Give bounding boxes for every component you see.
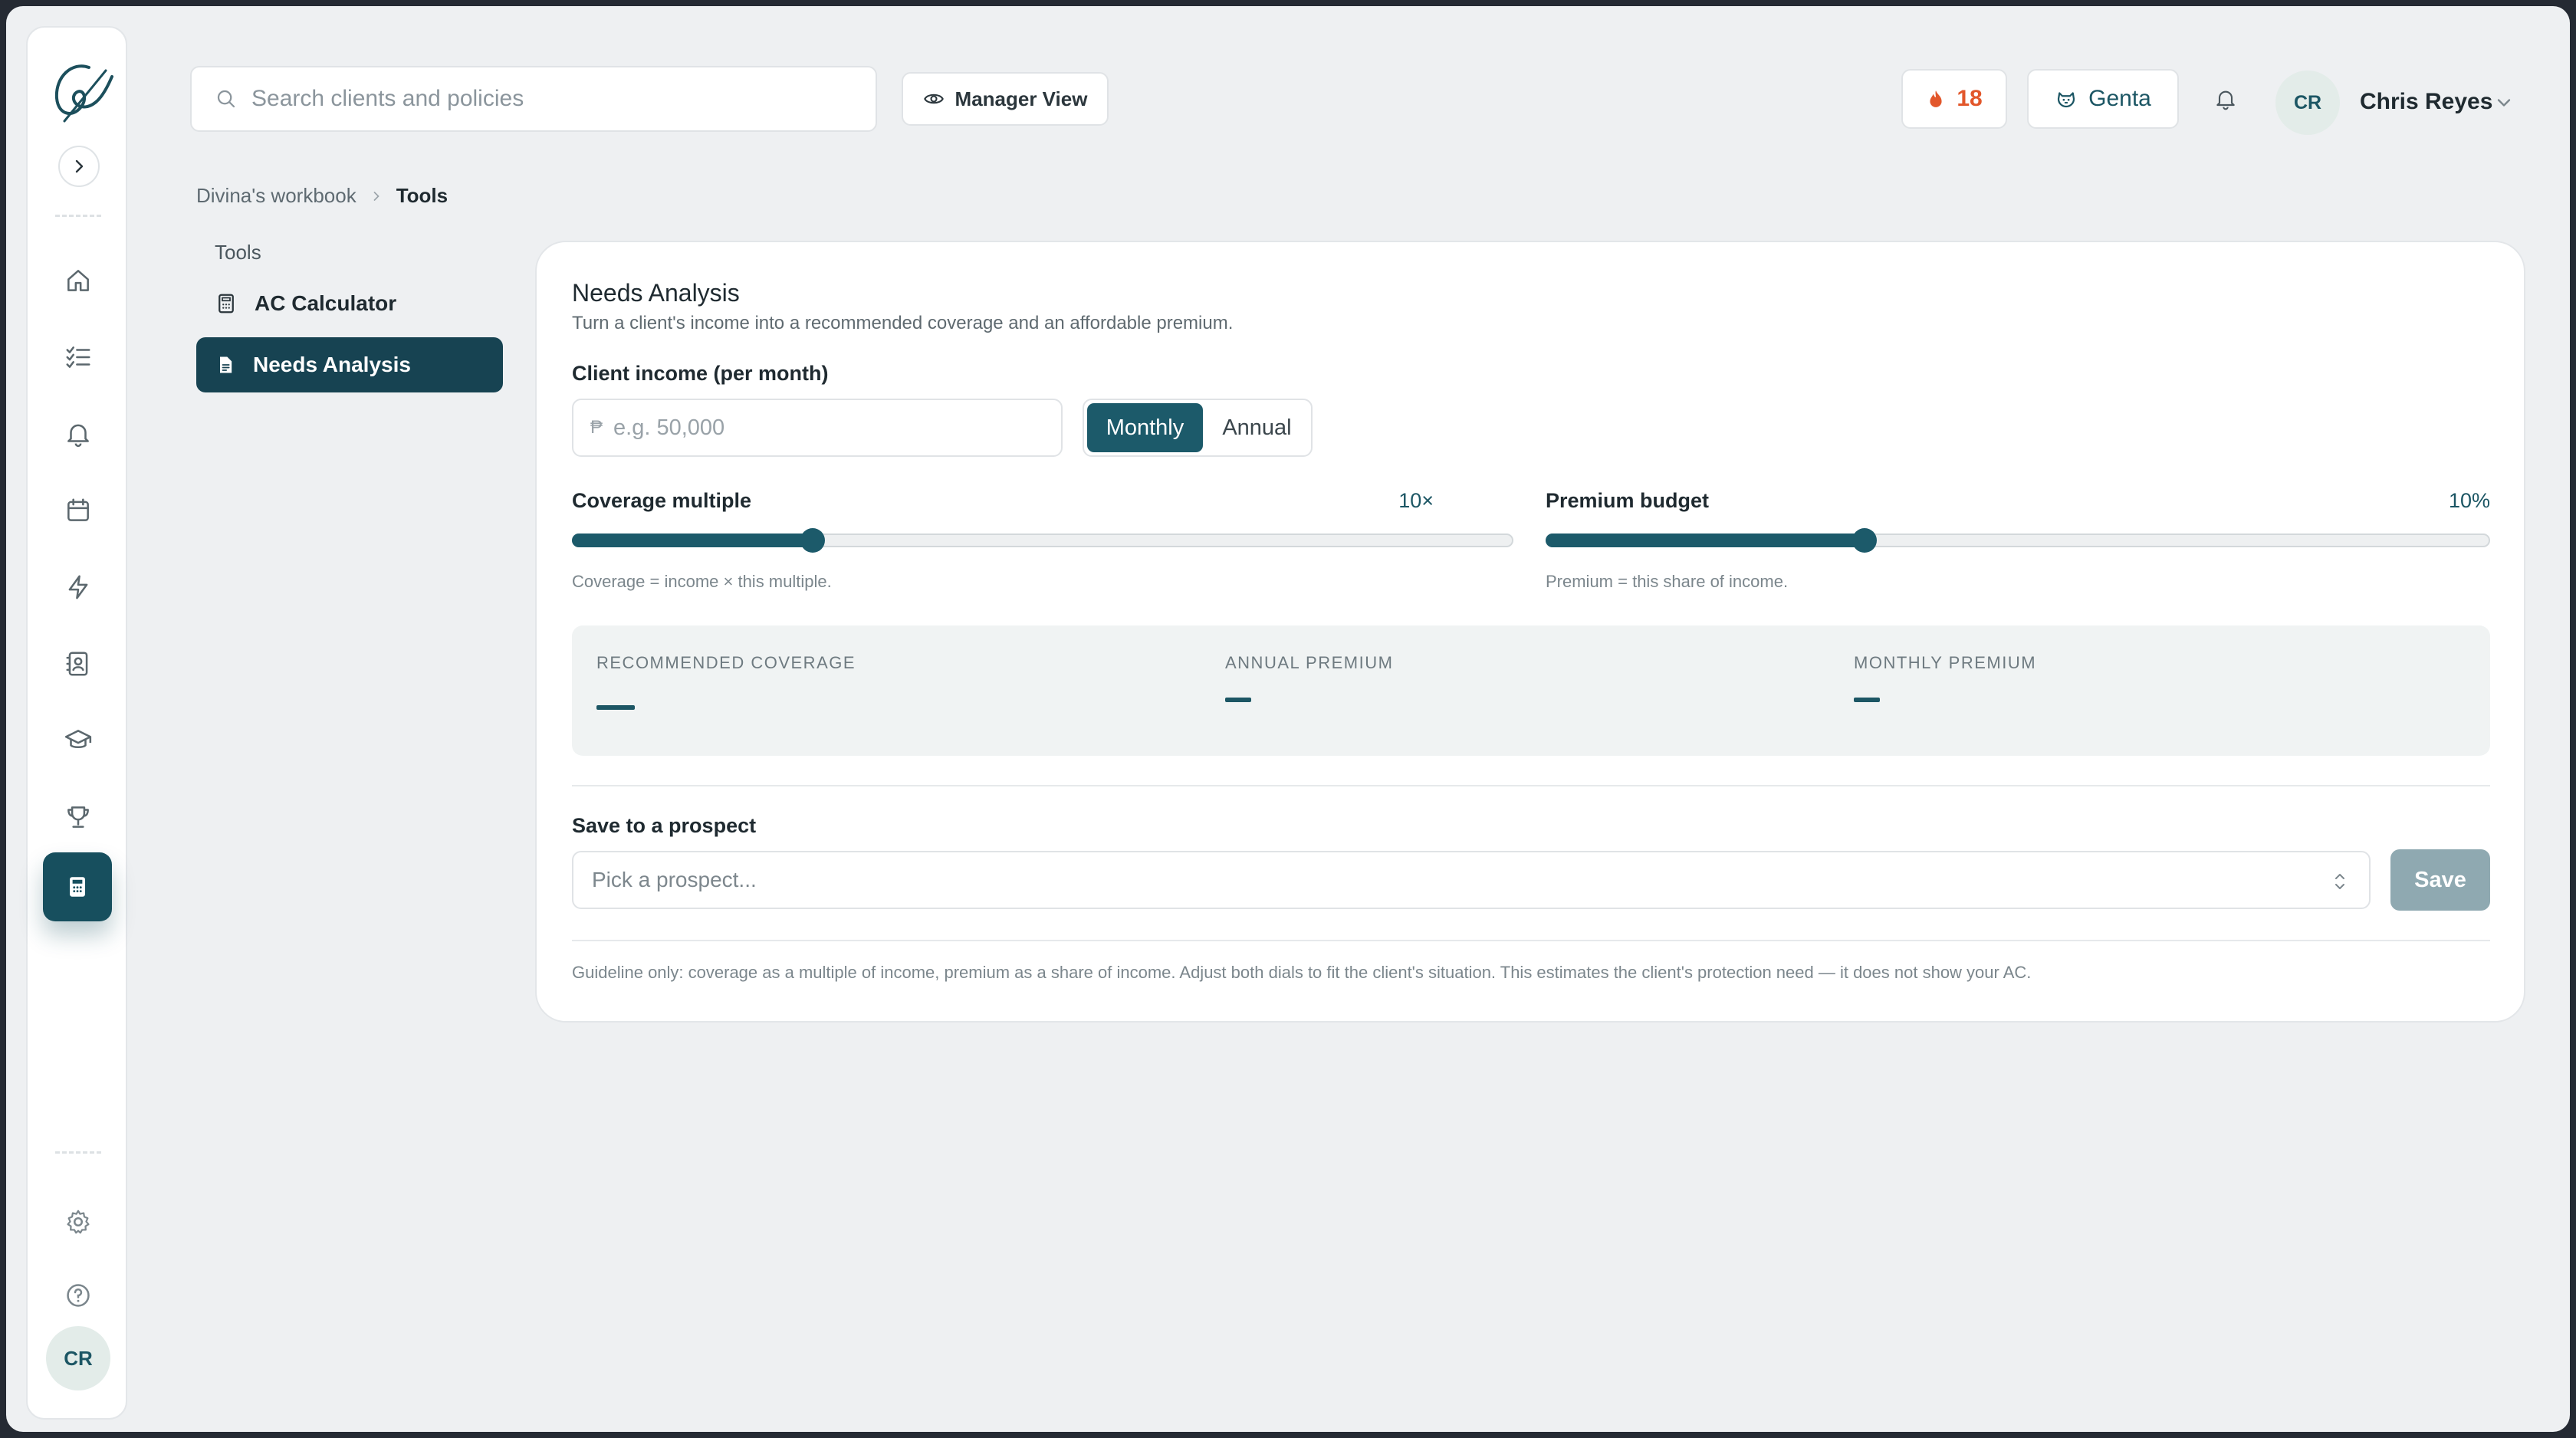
monthly-premium-label: MONTHLY PREMIUM (1854, 653, 2037, 672)
manager-view-button[interactable]: Manager View (902, 72, 1109, 126)
streak-badge[interactable]: 18 (1901, 69, 2007, 129)
mascot-dog-icon (2058, 92, 2075, 108)
user-avatar[interactable]: CR (2275, 71, 2340, 135)
premium-slider-fill (1546, 534, 1865, 547)
app-window: CR Search clients and policies Manager V… (6, 6, 2570, 1432)
document-icon (220, 356, 232, 373)
settings-gear-icon[interactable] (60, 1203, 97, 1240)
calendar-icon[interactable] (60, 492, 97, 529)
trophy-icon[interactable] (60, 799, 97, 836)
section-divider (572, 940, 2490, 941)
period-toggle: Monthly Annual (1083, 399, 1313, 457)
card-subtitle: Turn a client's income into a recommende… (572, 313, 1234, 333)
help-icon[interactable] (60, 1277, 97, 1314)
manager-view-label: Manager View (955, 87, 1088, 110)
chevron-right-icon (373, 191, 380, 201)
coverage-slider-fill (572, 534, 813, 547)
tool-item-label: AC Calculator (255, 291, 397, 315)
annual-premium-value (1225, 698, 1251, 702)
lightning-icon[interactable] (60, 569, 97, 606)
coverage-slider[interactable] (572, 528, 1513, 553)
tool-item-label: Needs Analysis (253, 353, 411, 376)
notifications-bell-icon[interactable] (2210, 83, 2242, 115)
search-icon (217, 90, 235, 108)
calculator-icon (219, 294, 234, 314)
home-icon[interactable] (60, 262, 97, 299)
save-button[interactable]: Save (2390, 849, 2490, 911)
calculator-nav-button[interactable] (43, 852, 112, 921)
streak-count: 18 (1957, 86, 1983, 111)
prospect-placeholder: Pick a prospect... (592, 868, 757, 891)
section-divider (572, 785, 2490, 786)
income-field[interactable]: ₱ (572, 399, 1063, 457)
left-rail: CR (26, 26, 127, 1420)
premium-slider-thumb[interactable] (1852, 528, 1877, 553)
results-panel: RECOMMENDED COVERAGE ANNUAL PREMIUM MONT… (572, 625, 2490, 756)
save-prospect-label: Save to a prospect (572, 814, 757, 837)
bell-icon[interactable] (60, 415, 97, 452)
rail-divider (55, 215, 101, 217)
premium-hint: Premium = this share of income. (1546, 572, 1789, 591)
rail-avatar[interactable]: CR (46, 1326, 110, 1390)
premium-value: 10% (2448, 489, 2490, 512)
recommended-coverage-label: RECOMMENDED COVERAGE (596, 653, 856, 672)
chevron-right-icon (75, 159, 84, 173)
card-title: Needs Analysis (572, 279, 740, 307)
coverage-value: 10× (1398, 489, 1434, 512)
breadcrumb-parent[interactable]: Divina's workbook (196, 184, 356, 208)
monthly-premium-value (1854, 698, 1880, 702)
recommended-coverage-value (596, 705, 635, 710)
premium-label: Premium budget (1546, 489, 1710, 512)
income-input[interactable] (613, 415, 1043, 441)
tool-item-needs-analysis[interactable]: Needs Analysis (196, 337, 503, 392)
premium-slider[interactable] (1546, 528, 2490, 553)
guideline-footnote: Guideline only: coverage as a multiple o… (572, 963, 2032, 982)
period-monthly-option[interactable]: Monthly (1087, 403, 1203, 452)
calculator-icon (70, 877, 85, 897)
expand-rail-button[interactable] (58, 146, 100, 187)
tool-item-ac-calculator[interactable]: AC Calculator (196, 276, 503, 331)
currency-symbol: ₱ (590, 417, 603, 438)
rail-divider (55, 1151, 101, 1154)
period-annual-option[interactable]: Annual (1206, 403, 1308, 452)
mascot-button[interactable]: Genta (2027, 69, 2179, 129)
search-placeholder: Search clients and policies (251, 86, 524, 111)
flame-icon (1930, 90, 1942, 107)
coverage-slider-thumb[interactable] (800, 528, 825, 553)
coverage-hint: Coverage = income × this multiple. (572, 572, 832, 591)
graduation-cap-icon[interactable] (60, 722, 97, 759)
annual-premium-label: ANNUAL PREMIUM (1225, 653, 1394, 672)
mascot-label: Genta (2088, 86, 2151, 111)
select-updown-icon (2335, 874, 2344, 889)
chevron-down-icon[interactable] (2493, 92, 2515, 113)
breadcrumb-current: Tools (396, 184, 449, 207)
eye-icon (923, 94, 944, 104)
checklist-icon[interactable] (60, 339, 97, 376)
search-input[interactable]: Search clients and policies (190, 66, 877, 132)
brand-logo[interactable] (41, 54, 115, 130)
breadcrumb: Divina's workbook Tools (196, 184, 448, 208)
needs-analysis-card: Needs Analysis Turn a client's income in… (535, 241, 2525, 1023)
prospect-select[interactable]: Pick a prospect... (572, 851, 2371, 909)
user-name[interactable]: Chris Reyes (2360, 89, 2492, 115)
coverage-label: Coverage multiple (572, 489, 752, 512)
income-label: Client income (per month) (572, 362, 829, 385)
contacts-icon[interactable] (60, 645, 97, 682)
tools-heading: Tools (215, 241, 261, 264)
